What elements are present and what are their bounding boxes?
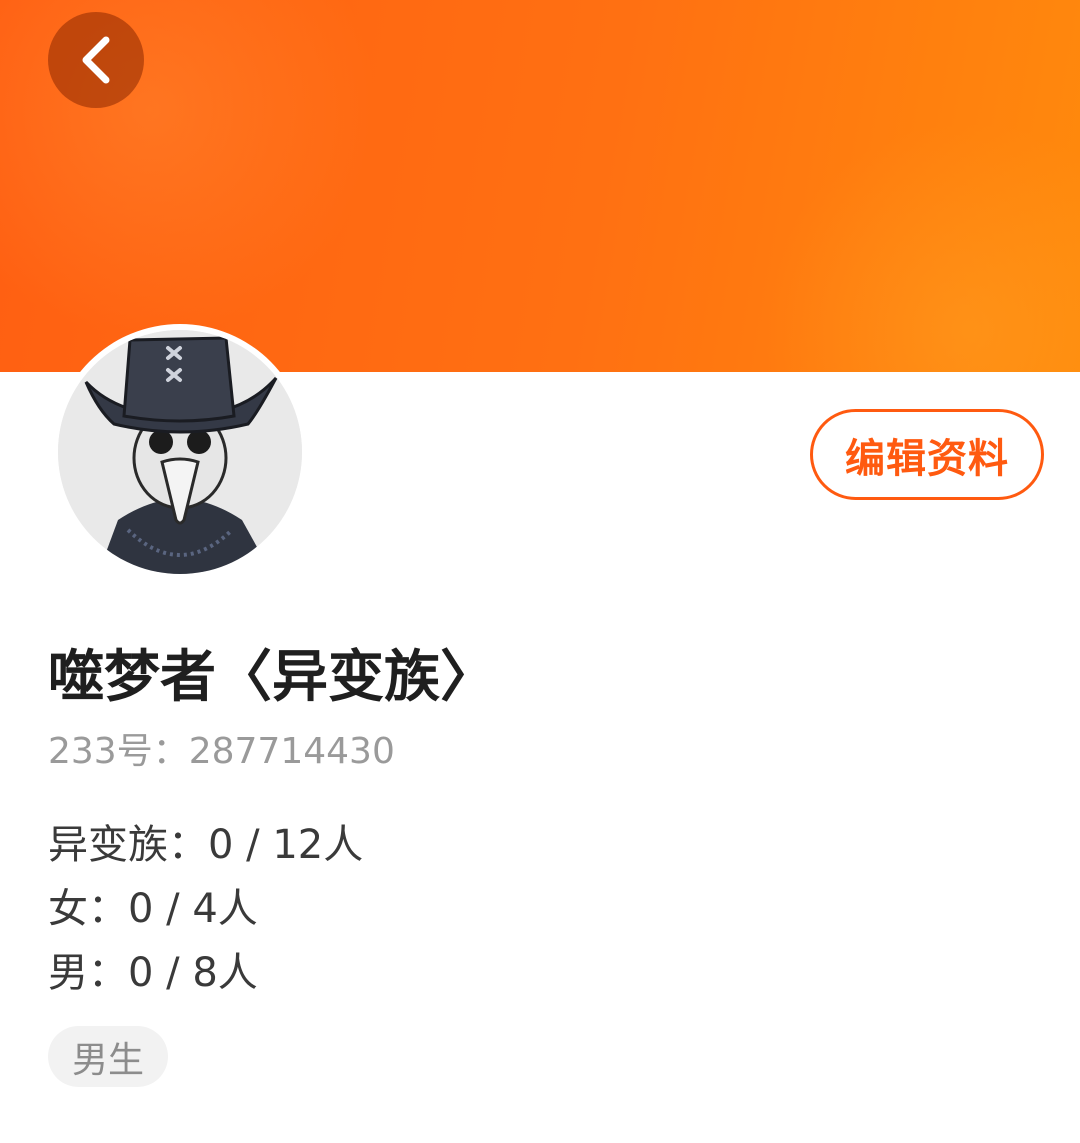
gender-tag: 男生: [48, 1026, 168, 1087]
back-button[interactable]: [48, 12, 144, 108]
chevron-left-icon: [82, 36, 110, 84]
profile-id: 233号：287714430: [48, 722, 395, 774]
stat-row-total: 异变族：0 / 12人: [48, 812, 363, 870]
edit-profile-button[interactable]: 编辑资料: [810, 409, 1044, 500]
stat-row-male: 男：0 / 8人: [48, 940, 258, 998]
avatar[interactable]: [52, 324, 308, 580]
banner-glow: [760, 120, 1080, 372]
stat-value: 0 / 8人: [128, 950, 258, 996]
stat-value: 0 / 4人: [128, 886, 258, 932]
profile-id-label: 233号：: [48, 731, 189, 772]
avatar-image: [58, 330, 302, 574]
profile-nickname: 噬梦者〈异变族〉: [48, 645, 496, 710]
stat-label: 男：: [48, 950, 128, 996]
stat-label: 异变族：: [48, 822, 208, 868]
stat-label: 女：: [48, 886, 128, 932]
profile-id-value: 287714430: [188, 731, 395, 772]
profile-banner: [0, 0, 1080, 372]
stat-value: 0 / 12人: [208, 822, 364, 868]
stat-row-female: 女：0 / 4人: [48, 876, 258, 934]
